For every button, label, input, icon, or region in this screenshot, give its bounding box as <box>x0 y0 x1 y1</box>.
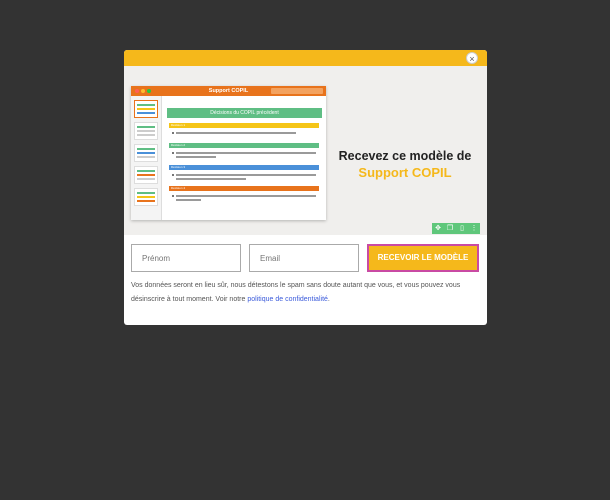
preview-header: Décisions du COPIL précédent <box>167 108 322 118</box>
preview-item <box>176 178 246 180</box>
preview-slide-sidebar <box>131 96 162 220</box>
checkbox-icon <box>172 132 174 134</box>
window-dot <box>147 89 151 93</box>
more-icon[interactable]: ⋮ <box>468 223 480 234</box>
slide-thumbnail <box>134 100 158 118</box>
slide-thumbnail <box>134 144 158 162</box>
headline-line1: Recevez ce modèle de <box>338 149 472 163</box>
preview-item <box>176 156 216 158</box>
checkbox-icon <box>172 174 174 176</box>
hero-headline: Recevez ce modèle de Support COPIL <box>330 148 480 181</box>
hero-section: Support COPIL Décisions du COPIL précéde… <box>124 66 487 251</box>
checkbox-icon <box>172 152 174 154</box>
checkbox-icon <box>172 195 174 197</box>
template-preview-image: Support COPIL Décisions du COPIL précéde… <box>131 86 326 220</box>
preview-item <box>176 174 316 176</box>
privacy-notice: Vos données seront en lieu sûr, nous dét… <box>131 279 476 307</box>
move-icon[interactable]: ✥ <box>432 223 444 234</box>
submit-button[interactable]: RECEVOIR LE MODÈLE <box>367 244 479 272</box>
headline-line2: Support COPIL <box>358 165 452 180</box>
preview-window-title: Support COPIL <box>208 88 249 94</box>
privacy-notice-suffix: . <box>327 296 330 303</box>
slide-thumbnail <box>134 122 158 140</box>
preview-section-label: Décision 1 <box>169 123 319 128</box>
preview-item <box>176 199 201 201</box>
email-input[interactable] <box>249 244 359 272</box>
preview-titlebar: Support COPIL <box>131 86 326 96</box>
close-button[interactable]: × <box>466 52 478 64</box>
first-name-input[interactable] <box>131 244 241 272</box>
preview-item <box>176 195 316 197</box>
window-dot <box>135 89 139 93</box>
slide-thumbnail <box>134 166 158 184</box>
close-icon: × <box>469 54 475 64</box>
editor-toolbar: ✥ ❐ ▯ ⋮ <box>432 223 480 234</box>
window-dot <box>141 89 145 93</box>
preview-section-label: Décision 2 <box>169 143 319 148</box>
slide-thumbnail <box>134 188 158 206</box>
preview-search-bar <box>271 88 323 94</box>
preview-item <box>176 152 316 154</box>
popup-modal: × Support COPIL Décisions du COPIL précé… <box>124 50 487 325</box>
privacy-policy-link[interactable]: politique de confidentialité <box>247 296 328 303</box>
preview-section-label: Décision 4 <box>169 186 319 191</box>
preview-section-label: Décision 3 <box>169 165 319 170</box>
copy-icon[interactable]: ❐ <box>444 223 456 234</box>
delete-icon[interactable]: ▯ <box>456 223 468 234</box>
modal-top-bar: × <box>124 50 487 66</box>
preview-item <box>176 132 296 134</box>
